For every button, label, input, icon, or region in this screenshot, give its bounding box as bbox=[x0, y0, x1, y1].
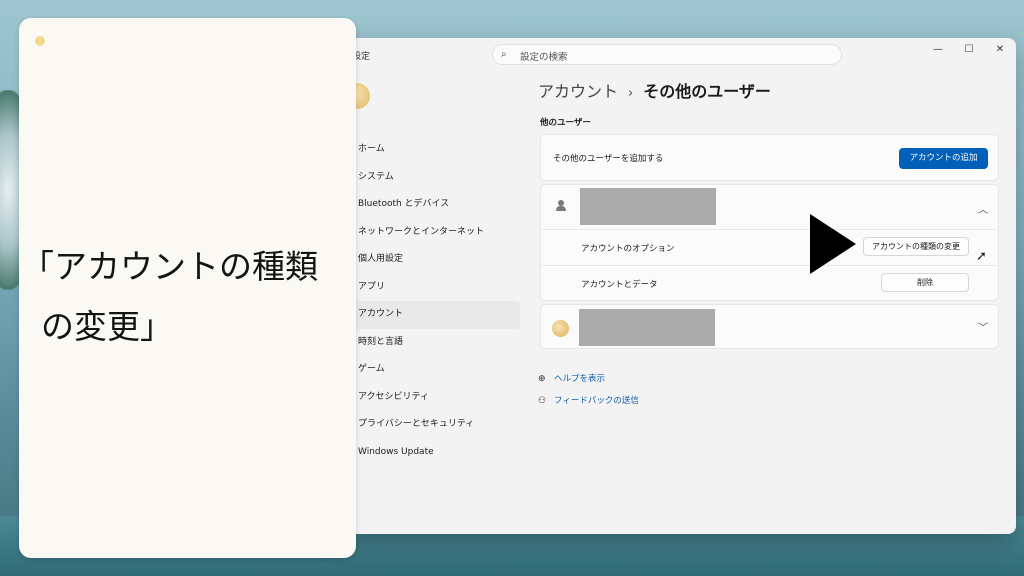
help-link-text: ヘルプを表示 bbox=[554, 374, 606, 384]
sidebar-item-system[interactable]: システム bbox=[330, 164, 520, 192]
help-icon: ⊕ bbox=[538, 374, 546, 384]
sidebar-item-accessibility[interactable]: アクセシビリティ bbox=[330, 384, 520, 412]
change-account-type-button[interactable]: アカウントの種類の変更 bbox=[863, 237, 969, 256]
divider bbox=[541, 229, 998, 230]
user-card-expanded: ︿ アカウントのオプション アカウントの種類の変更 アカウントとデータ 削除 bbox=[540, 184, 999, 301]
sidebar-item-label: アカウント bbox=[358, 309, 404, 319]
sidebar-item-gaming[interactable]: ゲーム bbox=[330, 356, 520, 384]
sidebar-item-label: アプリ bbox=[358, 281, 386, 292]
breadcrumb-accounts[interactable]: アカウント bbox=[538, 82, 618, 101]
help-link[interactable]: ⊕ ヘルプを表示 bbox=[538, 372, 605, 384]
decorative-dot bbox=[35, 36, 45, 46]
sidebar-item-home[interactable]: ホーム bbox=[330, 136, 520, 164]
mouse-cursor-icon: ➚ bbox=[976, 249, 987, 264]
sidebar-item-label: 時刻と言語 bbox=[358, 336, 404, 347]
play-arrow-icon bbox=[810, 214, 856, 274]
close-button[interactable]: ✕ bbox=[989, 42, 1011, 58]
add-user-card: その他のユーザーを追加する アカウントの追加 bbox=[540, 134, 999, 181]
settings-window: 設定 ⌕ 設定の検索 — ☐ ✕ ホーム システム Bluetooth とデバイ… bbox=[330, 38, 1016, 534]
search-icon: ⌕ bbox=[501, 49, 507, 60]
sidebar-item-label: プライバシーとセキュリティ bbox=[358, 419, 475, 429]
maximize-button[interactable]: ☐ bbox=[958, 42, 980, 58]
redacted-username bbox=[579, 309, 715, 346]
breadcrumb-separator: › bbox=[628, 86, 634, 101]
sidebar-item-time-language[interactable]: 時刻と言語 bbox=[330, 329, 520, 357]
feedback-link[interactable]: ⚇ フィードバックの送信 bbox=[538, 394, 639, 406]
sidebar-item-accounts[interactable]: アカウント bbox=[350, 301, 520, 329]
redacted-username bbox=[580, 188, 716, 225]
sidebar-item-label: ホーム bbox=[358, 144, 385, 154]
add-account-button[interactable]: アカウントの追加 bbox=[899, 148, 988, 169]
divider bbox=[541, 265, 998, 266]
section-label: 他のユーザー bbox=[540, 118, 591, 128]
caption-line-1: 「アカウントの種類 bbox=[21, 247, 318, 286]
account-data-label: アカウントとデータ bbox=[581, 280, 658, 290]
breadcrumb: アカウント › その他のユーザー bbox=[538, 78, 771, 102]
user-card-collapsed[interactable]: ﹀ bbox=[540, 304, 999, 349]
delete-button[interactable]: 削除 bbox=[881, 273, 969, 292]
search-placeholder: 設定の検索 bbox=[520, 52, 568, 63]
sidebar-item-label: システム bbox=[358, 171, 394, 182]
chevron-up-icon[interactable]: ︿ bbox=[978, 201, 988, 216]
sidebar-nav: ホーム システム Bluetooth とデバイス ネットワークとインターネット … bbox=[330, 136, 520, 466]
chevron-down-icon[interactable]: ﹀ bbox=[978, 319, 988, 334]
sidebar-item-label: Bluetooth とデバイス bbox=[358, 199, 450, 209]
caption-panel: 「アカウントの種類 の変更」 bbox=[19, 18, 356, 558]
minimize-button[interactable]: — bbox=[927, 42, 949, 58]
search-input[interactable]: ⌕ 設定の検索 bbox=[492, 44, 842, 65]
caption-line-2: の変更」 bbox=[41, 307, 173, 346]
sidebar-item-network[interactable]: ネットワークとインターネット bbox=[330, 219, 520, 247]
user-avatar-icon bbox=[552, 320, 569, 337]
sidebar-item-label: アクセシビリティ bbox=[358, 391, 430, 402]
account-options-label: アカウントのオプション bbox=[581, 244, 675, 254]
page-title: その他のユーザー bbox=[643, 82, 771, 101]
feedback-icon: ⚇ bbox=[538, 396, 547, 406]
person-icon bbox=[555, 200, 567, 212]
sidebar-item-label: ネットワークとインターネット bbox=[358, 226, 485, 237]
sidebar-item-bluetooth[interactable]: Bluetooth とデバイス bbox=[330, 191, 520, 219]
sidebar-item-privacy[interactable]: プライバシーとセキュリティ bbox=[330, 411, 520, 439]
sidebar-item-label: ゲーム bbox=[358, 364, 385, 374]
feedback-link-text: フィードバックの送信 bbox=[554, 396, 639, 406]
title-bar: 設定 ⌕ 設定の検索 — ☐ ✕ bbox=[330, 38, 1016, 70]
sidebar-item-label: Windows Update bbox=[358, 446, 434, 457]
sidebar-item-apps[interactable]: アプリ bbox=[330, 274, 520, 302]
sidebar-item-label: 個人用設定 bbox=[358, 254, 404, 264]
sidebar-item-personalization[interactable]: 個人用設定 bbox=[330, 246, 520, 274]
sidebar-item-windows-update[interactable]: Windows Update bbox=[330, 439, 520, 467]
add-user-text: その他のユーザーを追加する bbox=[553, 154, 664, 164]
